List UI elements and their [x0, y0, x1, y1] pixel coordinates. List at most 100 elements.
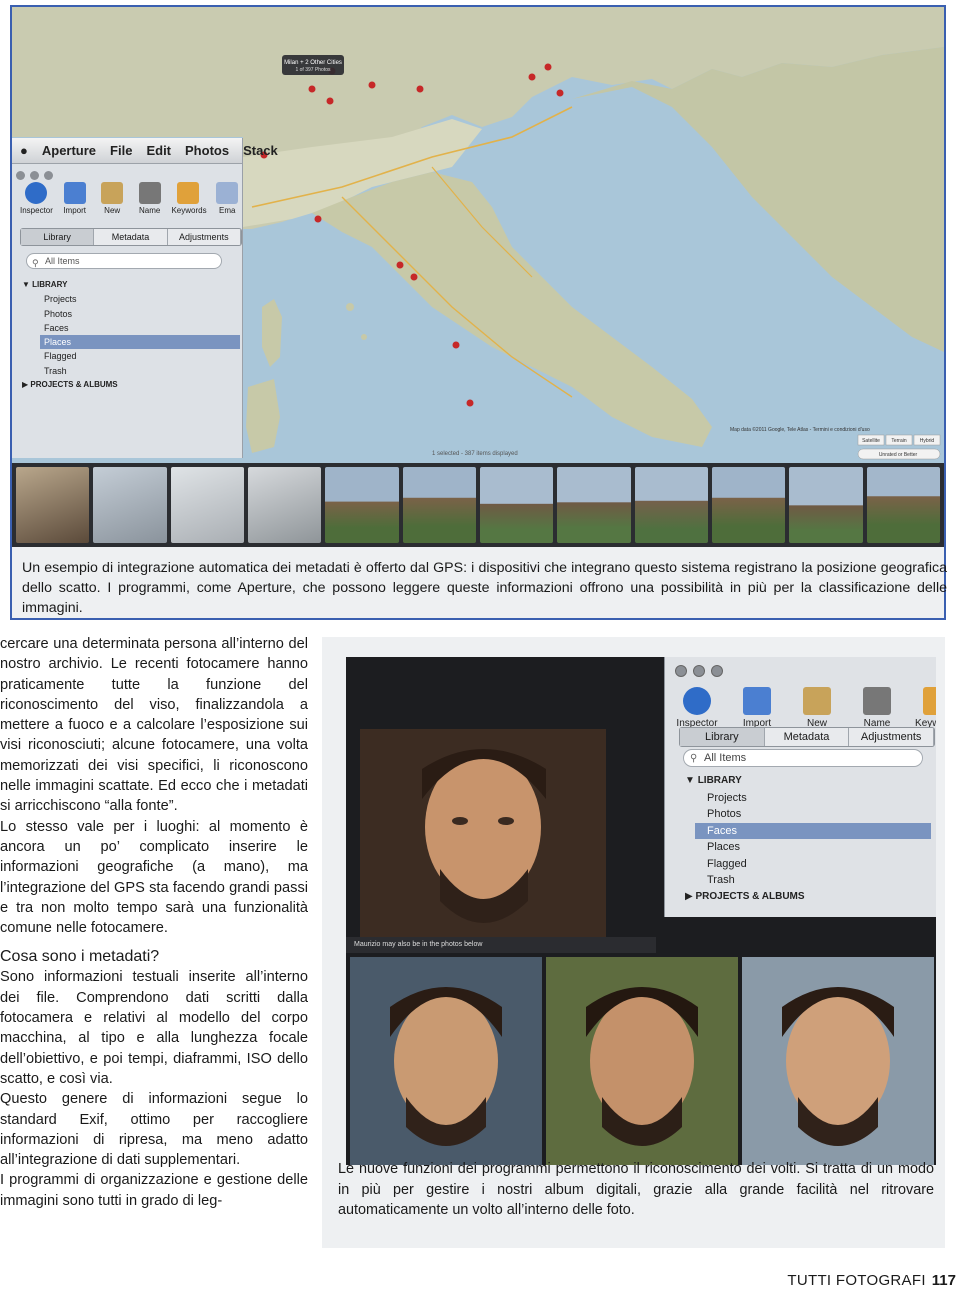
close-window-button[interactable] [675, 665, 687, 677]
btn-terrain: Terrain [891, 438, 907, 444]
new-album-icon [803, 687, 831, 715]
tree-item-trash[interactable]: Trash [22, 364, 240, 378]
thumbnail[interactable] [325, 467, 399, 543]
map-pin[interactable] [466, 399, 474, 407]
zoom-window-button[interactable] [711, 665, 723, 677]
thumbnail[interactable] [402, 467, 476, 543]
tree-item-flagged[interactable]: Flagged [685, 856, 931, 873]
unrated: Unrated or Better [879, 452, 918, 458]
thumbnail[interactable] [479, 467, 554, 543]
map-pin[interactable] [452, 341, 460, 349]
menu-edit[interactable]: Edit [146, 143, 171, 158]
map-pin[interactable] [528, 73, 536, 81]
map-pin[interactable] [416, 85, 424, 93]
map-pin[interactable] [410, 273, 418, 281]
thumbnail[interactable] [789, 467, 863, 543]
new-button[interactable]: New [96, 182, 128, 222]
info-icon [683, 687, 711, 715]
faces-window: Maurizio may also be in the photos below [346, 657, 936, 1165]
thumbnail[interactable] [711, 467, 786, 543]
paragraph: Lo stesso vale per i luoghi: al momento … [0, 818, 308, 937]
tree-item-photos[interactable]: Photos [685, 806, 931, 823]
thumbnail[interactable] [634, 467, 708, 543]
face-suggestion-bar: Maurizio may also be in the photos below [346, 937, 656, 953]
tab-adjustments[interactable]: Adjustments [168, 229, 241, 245]
search-icon: ⚲ [32, 258, 39, 268]
thumbnail[interactable] [16, 467, 90, 543]
minimize-window-button[interactable] [693, 665, 705, 677]
projects-albums-section[interactable]: ▶ PROJECTS & ALBUMS [22, 378, 240, 392]
library-tabs: Library Metadata Adjustments [679, 727, 935, 747]
info-icon [25, 182, 48, 204]
menu-aperture[interactable]: Aperture [42, 143, 96, 158]
tree-item-trash[interactable]: Trash [685, 872, 931, 889]
cluster-sub: 1 of 397 Photos [295, 67, 331, 73]
map-pin[interactable] [326, 97, 334, 105]
map-status-text: 1 selected - 387 items displayed [432, 451, 518, 457]
tree-item-places[interactable]: Places [685, 839, 931, 856]
tree-item-projects[interactable]: Projects [685, 790, 931, 807]
import-arrow-icon [63, 182, 86, 204]
faces-figure: Maurizio may also be in the photos below [322, 637, 945, 1248]
menu-file[interactable]: File [110, 143, 132, 158]
tab-adjustments[interactable]: Adjustments [849, 728, 935, 746]
import-button[interactable]: Import [733, 687, 781, 729]
tab-library[interactable]: Library [680, 728, 765, 746]
tree-item-faces[interactable]: Faces [695, 822, 931, 839]
inspector-button[interactable]: Inspector [20, 182, 53, 222]
new-button[interactable]: New [793, 687, 841, 729]
map-pin[interactable] [396, 261, 404, 269]
map[interactable]: Milan + 2 Other Cities 1 of 397 Photos S… [12, 7, 944, 463]
face-thumbnail[interactable] [546, 957, 738, 1165]
zoom-window-button[interactable] [44, 171, 53, 180]
library-search-field[interactable]: ⚲ All Items [683, 749, 923, 767]
inspector-button[interactable]: Inspector [673, 687, 721, 729]
name-button[interactable]: Name [853, 687, 901, 729]
import-button[interactable]: Import [59, 182, 91, 222]
keywords-button[interactable]: Keywords [913, 687, 936, 729]
library-section[interactable]: ▼ LIBRARY [685, 773, 931, 790]
tree-item-places[interactable]: Places [40, 335, 240, 350]
projects-albums-section[interactable]: ▶ PROJECTS & ALBUMS [685, 889, 931, 906]
library-search-field[interactable]: ⚲ All Items [26, 253, 222, 269]
window-controls [16, 171, 53, 180]
face-thumbnail[interactable] [350, 957, 542, 1165]
map-pin[interactable] [308, 85, 316, 93]
tab-library[interactable]: Library [21, 229, 95, 245]
map-pin[interactable] [368, 81, 376, 89]
tree-item-faces[interactable]: Faces [22, 321, 240, 335]
tree-item-flagged[interactable]: Flagged [22, 349, 240, 363]
page-number: 117 [931, 1272, 956, 1289]
map-pin[interactable] [544, 63, 552, 71]
thumbnail[interactable] [247, 467, 322, 543]
library-tree: ▼ LIBRARY Projects Photos Faces Places F… [22, 278, 240, 392]
face-thumbnail[interactable] [742, 957, 934, 1165]
email-button[interactable]: Ema [211, 182, 243, 222]
library-section[interactable]: ▼ LIBRARY [22, 278, 240, 292]
close-window-button[interactable] [16, 171, 25, 180]
menu-stack[interactable]: Stack [243, 143, 278, 158]
thumbnail[interactable] [93, 467, 167, 543]
thumbnail[interactable] [557, 467, 631, 543]
map-credit: Map data ©2011 Google, Tele Atlas - Term… [730, 426, 870, 433]
tag-icon [177, 182, 200, 204]
tab-metadata[interactable]: Metadata [94, 229, 168, 245]
keywords-button[interactable]: Keywords [171, 182, 207, 222]
minimize-window-button[interactable] [30, 171, 39, 180]
map-pin[interactable] [556, 89, 564, 97]
film-strip [12, 463, 944, 547]
apple-icon[interactable]: ● [20, 143, 28, 158]
thumbnail[interactable] [170, 467, 244, 543]
tab-metadata[interactable]: Metadata [765, 728, 850, 746]
article-text: cercare una determinata persona all’inte… [0, 634, 308, 1211]
map-pin[interactable] [314, 215, 322, 223]
name-button[interactable]: Name [134, 182, 166, 222]
tree-item-projects[interactable]: Projects [22, 292, 240, 306]
thumbnail[interactable] [866, 467, 940, 543]
aperture-menubar: ● Aperture File Edit Photos Stack [12, 138, 278, 164]
face-portrait-main[interactable] [360, 729, 606, 947]
tree-item-photos[interactable]: Photos [22, 307, 240, 321]
paragraph: I programmi di organizzazione e gestione… [0, 1172, 308, 1209]
menu-photos[interactable]: Photos [185, 143, 229, 158]
aperture-toolbar: Inspector Import New Name Keywords Ema [12, 182, 243, 222]
